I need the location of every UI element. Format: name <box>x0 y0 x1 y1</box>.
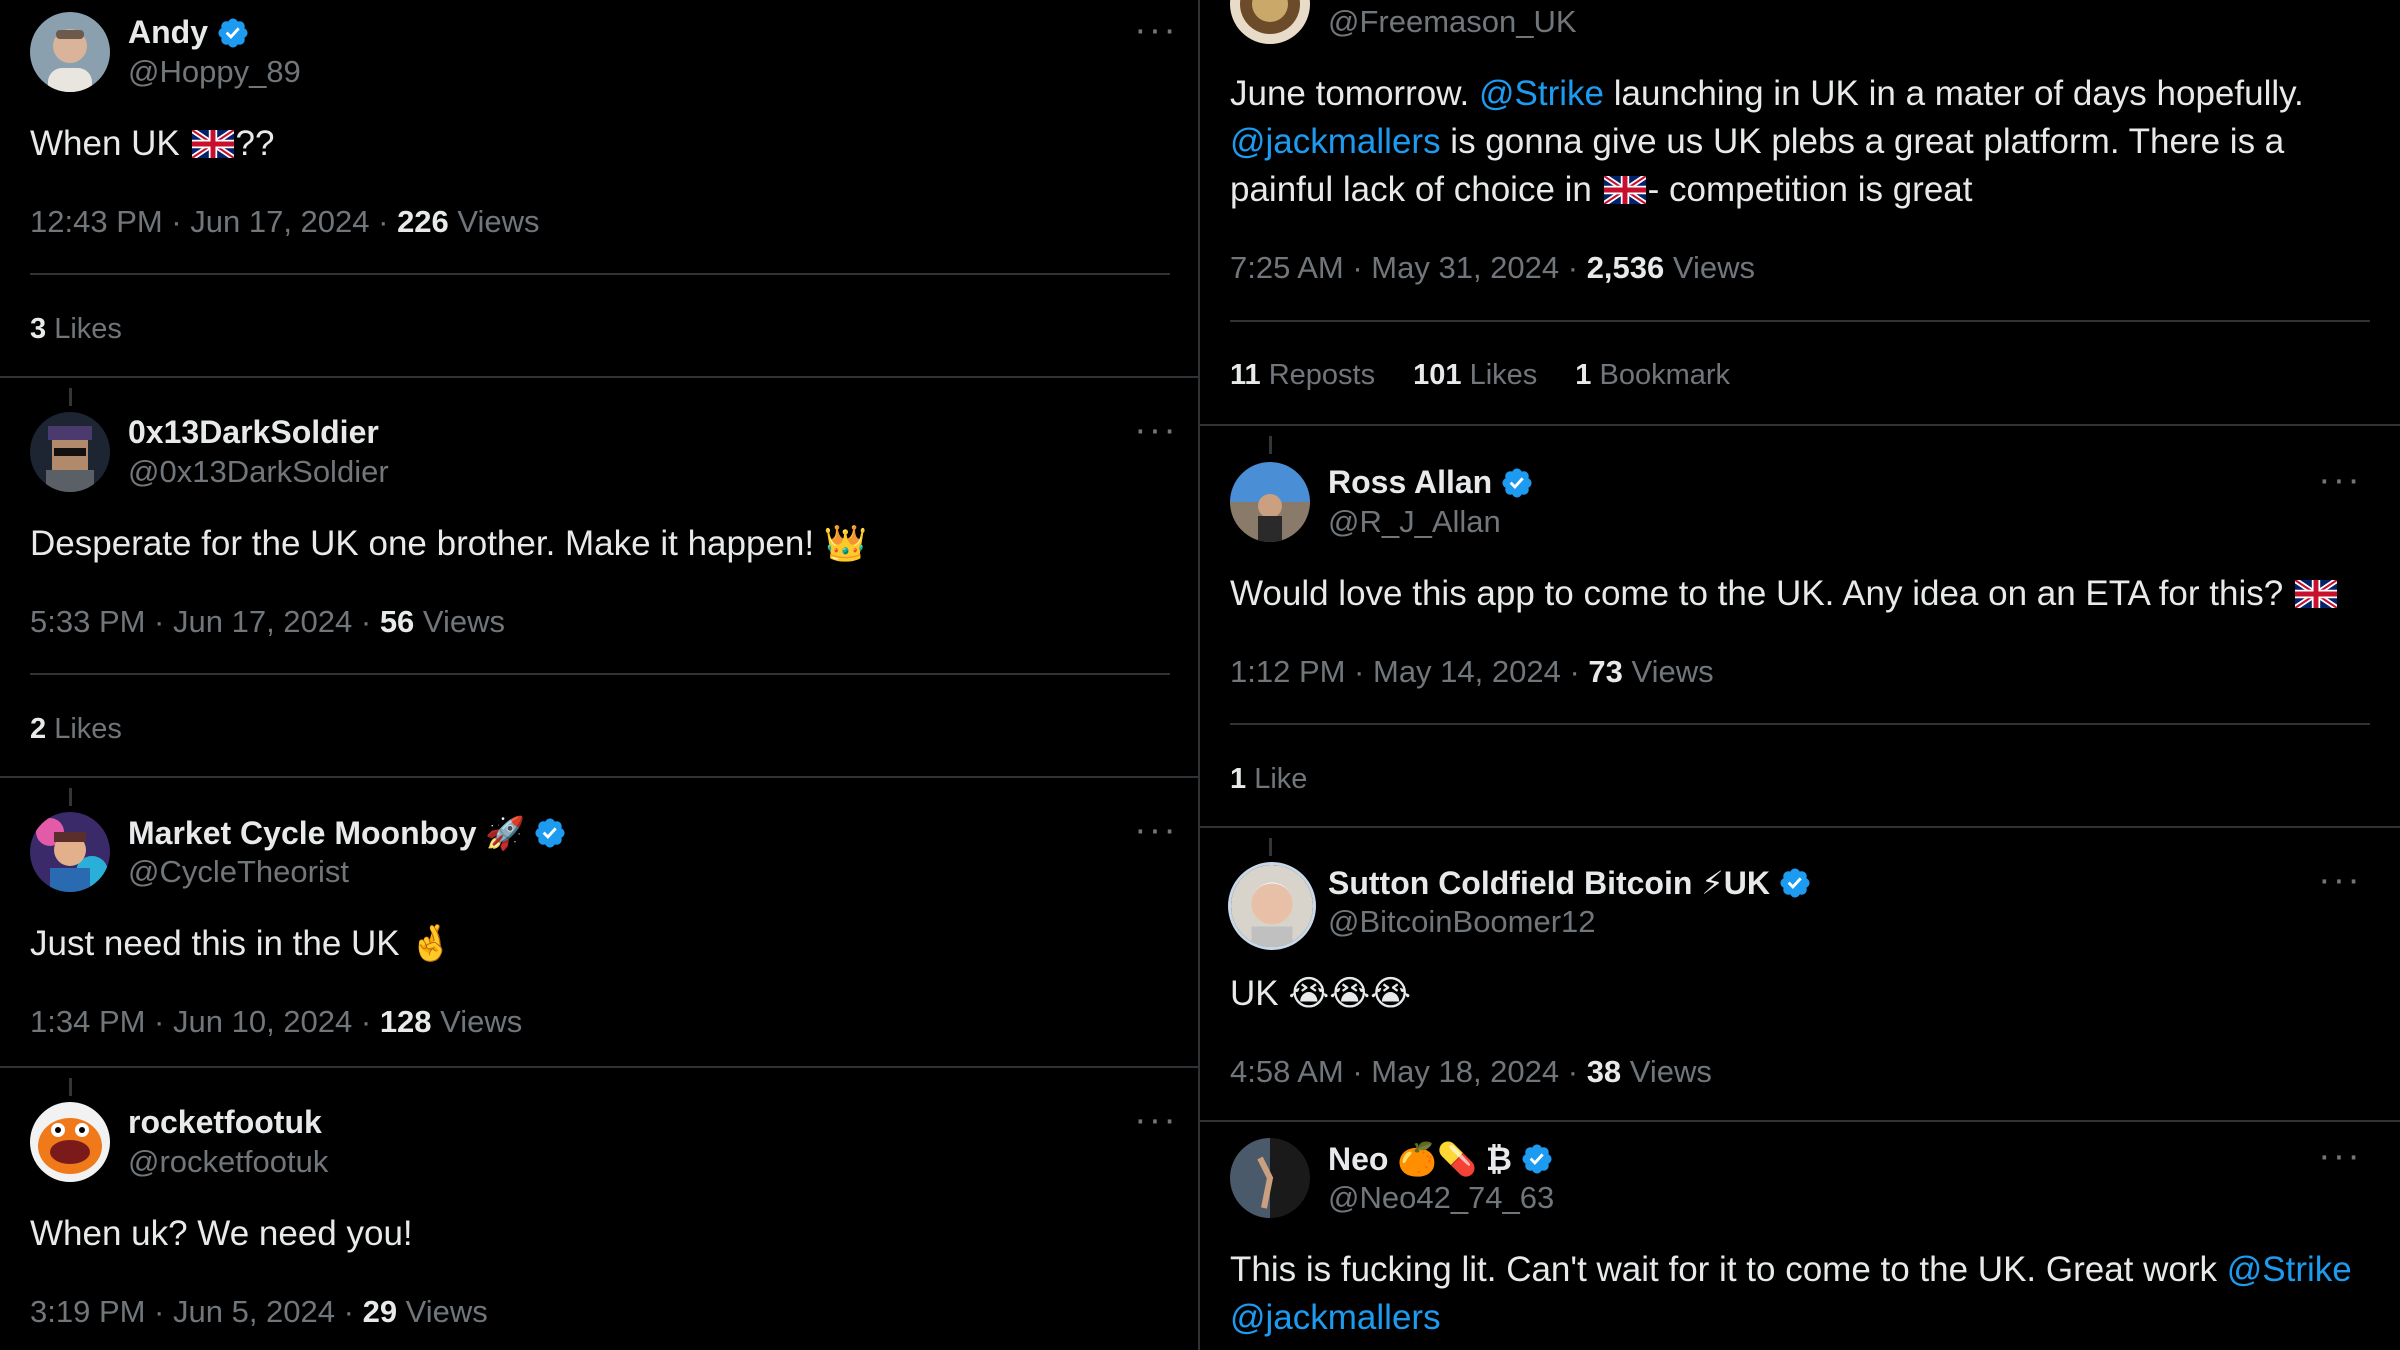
tweet-stats: 1 Like <box>1230 763 1345 796</box>
mention-strike[interactable]: @Strike <box>1479 74 1604 113</box>
handle[interactable]: @Hoppy_89 <box>128 54 301 90</box>
uk-flag-icon <box>2295 580 2337 608</box>
avatar[interactable] <box>30 412 110 492</box>
avatar[interactable] <box>1230 1138 1310 1218</box>
handle[interactable]: @CycleTheorist <box>128 854 349 890</box>
thread-line <box>69 788 72 806</box>
tweet-rocketfootuk[interactable]: rocketfootuk @rocketfootuk ··· When uk? … <box>0 1068 1198 1350</box>
tweet-meta: 3:19 PM · Jun 5, 2024 · 29 Views <box>30 1294 488 1329</box>
thread-line <box>1269 838 1272 856</box>
more-options-icon[interactable]: ··· <box>2318 461 2362 499</box>
display-name[interactable]: Neo 🍊💊 ₿ <box>1328 1140 1512 1178</box>
verified-badge-icon <box>1520 1142 1554 1176</box>
verified-badge-icon <box>216 16 250 50</box>
display-name[interactable]: rocketfootuk <box>128 1104 322 1141</box>
divider <box>1230 723 2370 725</box>
uk-flag-icon <box>1604 176 1646 204</box>
tweet-text: Would love this app to come to the UK. A… <box>1230 570 2360 618</box>
verified-badge-icon <box>1778 866 1812 900</box>
more-options-icon[interactable]: ··· <box>2318 1137 2362 1175</box>
likes-count[interactable]: 1 Like <box>1230 763 1307 795</box>
thread-line <box>69 1078 72 1096</box>
tweet-meta: 5:33 PM · Jun 17, 2024 · 56 Views <box>30 604 506 639</box>
likes-count[interactable]: 2 Likes <box>30 713 122 745</box>
tweet-meta: 4:58 AM · May 18, 2024 · 38 Views <box>1230 1054 1712 1089</box>
avatar[interactable] <box>1230 0 1310 44</box>
tweet-meta: 12:43 PM · Jun 17, 2024 · 226 Views <box>30 204 540 239</box>
mention-jackmallers[interactable]: @jackmallers <box>1230 122 1441 161</box>
more-options-icon[interactable]: ··· <box>1134 411 1178 449</box>
tweet-text: Desperate for the UK one brother. Make i… <box>30 524 868 563</box>
handle[interactable]: @BitcoinBoomer12 <box>1328 904 1596 940</box>
display-name[interactable]: Andy <box>128 14 208 51</box>
tweet-meta: 1:34 PM · Jun 10, 2024 · 128 Views <box>30 1004 523 1039</box>
more-options-icon[interactable]: ··· <box>1134 1101 1178 1139</box>
tweet-text: Just need this in the UK 🤞 <box>30 924 453 963</box>
display-name[interactable]: Ross Allan <box>1328 464 1492 501</box>
likes-count[interactable]: 101 Likes <box>1413 359 1537 391</box>
tweet-text: This is fucking lit. Can't wait for it t… <box>1230 1250 2352 1337</box>
tweet-andy[interactable]: Andy @Hoppy_89 ··· When UK ?? 12:43 PM ·… <box>0 0 1198 378</box>
handle[interactable]: @Neo42_74_63 <box>1328 1180 1554 1216</box>
handle[interactable]: @Freemason_UK <box>1328 4 1577 40</box>
more-options-icon[interactable]: ··· <box>1134 11 1178 49</box>
divider <box>30 673 1170 675</box>
handle[interactable]: @R_J_Allan <box>1328 504 1501 540</box>
mention-strike[interactable]: @Strike <box>2227 1250 2352 1289</box>
divider <box>30 273 1170 275</box>
handle[interactable]: @0x13DarkSoldier <box>128 454 389 490</box>
tweet-stats: 11 Reposts 101 Likes 1 Bookmark <box>1230 359 1768 392</box>
handle[interactable]: @rocketfootuk <box>128 1144 328 1180</box>
tweet-text: June tomorrow. @Strike launching in UK i… <box>1230 74 2304 209</box>
more-options-icon[interactable]: ··· <box>1134 811 1178 849</box>
bookmarks-count[interactable]: 1 Bookmark <box>1575 359 1730 391</box>
reposts-count[interactable]: 11 Reposts <box>1230 359 1375 391</box>
display-name[interactable]: 0x13DarkSoldier <box>128 414 379 451</box>
mention-jackmallers[interactable]: @jackmallers <box>1230 1298 1441 1337</box>
thread-line <box>1269 436 1272 454</box>
tweet-text: When UK ?? <box>30 124 275 163</box>
tweet-sutton-coldfield-bitcoin[interactable]: Sutton Coldfield Bitcoin ⚡UK @BitcoinBoo… <box>1200 828 2400 1122</box>
tweet-0x13darksoldier[interactable]: 0x13DarkSoldier @0x13DarkSoldier ··· Des… <box>0 378 1198 778</box>
tweet-neo[interactable]: Neo 🍊💊 ₿ @Neo42_74_63 ··· This is fuckin… <box>1200 1122 2400 1350</box>
display-name[interactable]: Market Cycle Moonboy 🚀 <box>128 814 525 852</box>
avatar[interactable] <box>30 812 110 892</box>
right-column: @Freemason_UK June tomorrow. @Strike lau… <box>1200 0 2400 1350</box>
verified-badge-icon <box>533 816 567 850</box>
avatar[interactable] <box>1230 462 1310 542</box>
more-options-icon[interactable]: ··· <box>2318 861 2362 899</box>
verified-badge-icon <box>1500 466 1534 500</box>
divider <box>1230 320 2370 322</box>
tweet-market-cycle-moonboy[interactable]: Market Cycle Moonboy 🚀 @CycleTheorist ··… <box>0 778 1198 1068</box>
avatar[interactable] <box>30 1102 110 1182</box>
uk-flag-icon <box>192 130 234 158</box>
tweet-meta: 7:25 AM · May 31, 2024 · 2,536 Views <box>1230 250 1756 285</box>
avatar[interactable] <box>1228 862 1316 950</box>
left-column: Andy @Hoppy_89 ··· When UK ?? 12:43 PM ·… <box>0 0 1198 1350</box>
tweet-freemason-uk[interactable]: @Freemason_UK June tomorrow. @Strike lau… <box>1200 0 2400 426</box>
tweet-text: When uk? We need you! <box>30 1214 413 1253</box>
tweet-ross-allan[interactable]: Ross Allan @R_J_Allan ··· Would love thi… <box>1200 426 2400 828</box>
thread-line <box>69 388 72 406</box>
avatar[interactable] <box>30 12 110 92</box>
tweet-text: UK 😭😭😭 <box>1230 974 1412 1013</box>
likes-count[interactable]: 3 Likes <box>30 313 122 345</box>
tweet-stats: 2 Likes <box>30 713 160 746</box>
display-name[interactable]: Sutton Coldfield Bitcoin ⚡UK <box>1328 864 1770 902</box>
tweet-stats: 3 Likes <box>30 313 160 346</box>
tweet-meta: 1:12 PM · May 14, 2024 · 73 Views <box>1230 654 1714 689</box>
